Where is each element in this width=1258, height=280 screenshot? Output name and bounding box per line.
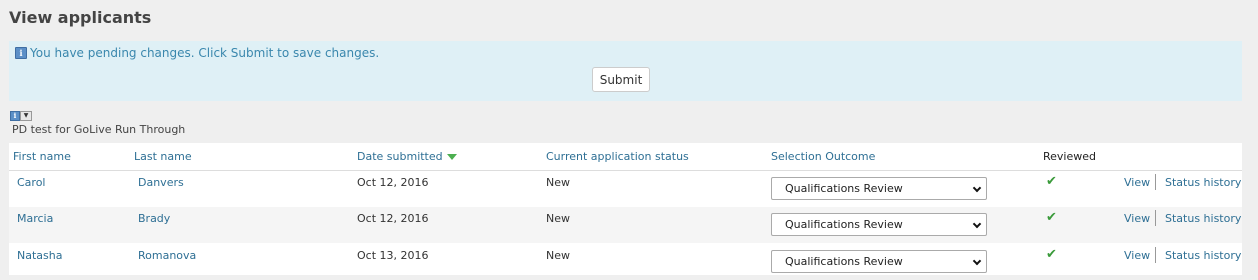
applicants-table: First name Last name Date submitted Curr…	[9, 143, 1242, 275]
pending-changes-notice: i You have pending changes. Click Submit…	[9, 41, 1242, 101]
action-divider	[1155, 210, 1156, 226]
date-submitted: Oct 12, 2016	[357, 176, 429, 189]
action-divider	[1155, 174, 1156, 190]
posting-title: PD test for GoLive Run Through	[12, 123, 186, 136]
view-link[interactable]: View	[1124, 212, 1150, 225]
checkmark-icon: ✔	[1046, 247, 1057, 262]
action-divider	[1155, 247, 1156, 263]
chevron-down-icon	[972, 256, 982, 266]
first-name-link[interactable]: Natasha	[17, 249, 62, 262]
date-submitted: Oct 13, 2016	[357, 249, 429, 262]
info-icon: i	[10, 111, 20, 121]
selection-outcome-select[interactable]: Qualifications Review	[771, 177, 987, 200]
checkmark-icon: ✔	[1046, 210, 1057, 225]
status-history-link[interactable]: Status history	[1165, 176, 1241, 189]
column-header-date-submitted[interactable]: Date submitted	[357, 150, 457, 163]
column-header-selection-outcome[interactable]: Selection Outcome	[771, 150, 875, 163]
application-status: New	[546, 249, 570, 262]
last-name-link[interactable]: Brady	[138, 212, 170, 225]
checkmark-icon: ✔	[1046, 174, 1057, 189]
column-header-first-name[interactable]: First name	[13, 150, 71, 163]
date-submitted: Oct 12, 2016	[357, 212, 429, 225]
column-header-date-label: Date submitted	[357, 150, 443, 163]
status-history-link[interactable]: Status history	[1165, 212, 1241, 225]
view-link[interactable]: View	[1124, 176, 1150, 189]
selection-outcome-value: Qualifications Review	[785, 255, 903, 268]
table-row: Marcia Brady Oct 12, 2016 New Qualificat…	[9, 207, 1242, 243]
selection-outcome-select[interactable]: Qualifications Review	[771, 250, 987, 273]
chevron-down-icon	[972, 219, 982, 229]
chevron-down-icon: ▼	[20, 111, 32, 121]
info-dropdown-toggle[interactable]: i ▼	[10, 111, 32, 121]
status-history-link[interactable]: Status history	[1165, 249, 1241, 262]
column-header-reviewed: Reviewed	[1043, 150, 1096, 163]
sort-descending-icon	[446, 154, 457, 160]
submit-button[interactable]: Submit	[592, 67, 650, 92]
selection-outcome-value: Qualifications Review	[785, 182, 903, 195]
table-row: Carol Danvers Oct 12, 2016 New Qualifica…	[9, 171, 1242, 207]
chevron-down-icon	[972, 183, 982, 193]
first-name-link[interactable]: Carol	[17, 176, 46, 189]
selection-outcome-select[interactable]: Qualifications Review	[771, 213, 987, 236]
selection-outcome-value: Qualifications Review	[785, 218, 903, 231]
view-link[interactable]: View	[1124, 249, 1150, 262]
page-title: View applicants	[9, 8, 152, 27]
first-name-link[interactable]: Marcia	[17, 212, 53, 225]
info-icon: i	[15, 47, 27, 59]
last-name-link[interactable]: Danvers	[138, 176, 184, 189]
application-status: New	[546, 176, 570, 189]
column-header-last-name[interactable]: Last name	[134, 150, 192, 163]
application-status: New	[546, 212, 570, 225]
column-header-status[interactable]: Current application status	[546, 150, 689, 163]
last-name-link[interactable]: Romanova	[138, 249, 196, 262]
notice-message: You have pending changes. Click Submit t…	[30, 46, 380, 60]
